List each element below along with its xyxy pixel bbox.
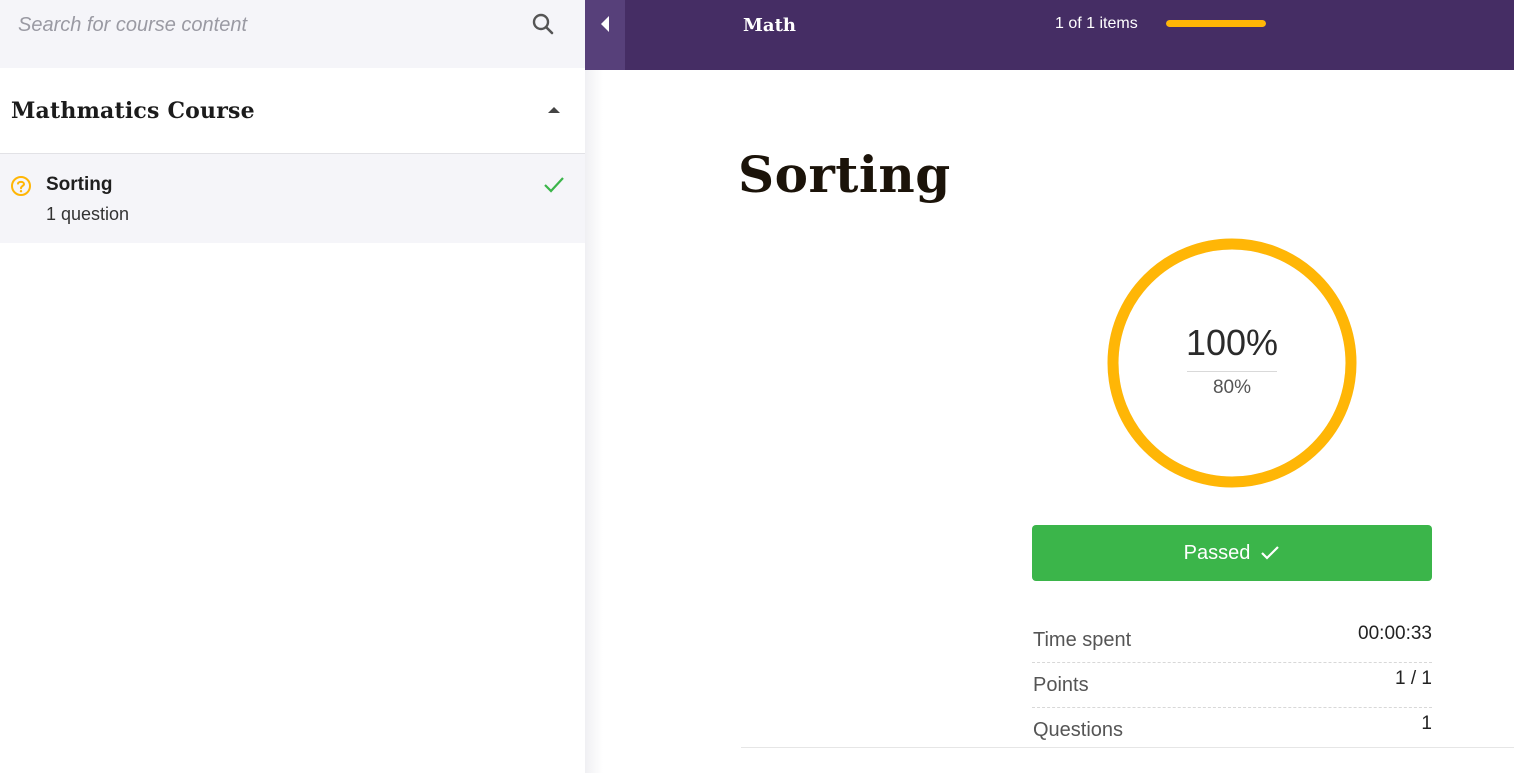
- course-sidebar: Mathmatics Course Sorting 1 question: [0, 0, 585, 773]
- stat-label: Questions: [1033, 719, 1124, 741]
- stat-label: Points: [1033, 674, 1089, 696]
- caret-up-icon[interactable]: [546, 104, 562, 116]
- course-section-header[interactable]: Mathmatics Course: [0, 68, 585, 154]
- lesson-question-count: 1 question: [46, 204, 130, 224]
- score-divider: [1187, 371, 1277, 372]
- course-progress-bar: [1166, 20, 1266, 27]
- content-shadow: [585, 70, 603, 773]
- passed-label: Passed: [1183, 541, 1251, 564]
- result-stats: Time spent 00:00:33 Points 1 / 1 Questio…: [1032, 618, 1432, 752]
- search-icon[interactable]: [531, 12, 555, 36]
- course-name: Math: [743, 15, 796, 36]
- search-input[interactable]: [16, 10, 510, 40]
- content-divider: [741, 747, 1514, 748]
- passing-grade: 80%: [1212, 377, 1252, 398]
- check-icon: [1261, 546, 1280, 560]
- question-circle-icon: [11, 176, 31, 196]
- lesson-title: Sorting: [46, 174, 113, 195]
- stat-row-time: Time spent 00:00:33: [1032, 618, 1432, 663]
- course-header-bar: Math 1 of 1 items: [585, 0, 1514, 70]
- quiz-title: Sorting: [738, 145, 951, 204]
- stat-value: 1: [1421, 713, 1432, 734]
- score-percentage: 100%: [1185, 322, 1279, 363]
- items-count: 1 of 1 items: [1055, 15, 1138, 32]
- stat-row-questions: Questions 1: [1032, 708, 1432, 752]
- completed-check-icon: [544, 177, 564, 193]
- course-progress-fill: [1166, 20, 1266, 27]
- lesson-item-sorting[interactable]: Sorting 1 question: [0, 154, 585, 243]
- stat-value: 1 / 1: [1395, 668, 1432, 689]
- stat-label: Time spent: [1033, 629, 1132, 651]
- course-title: Mathmatics Course: [11, 98, 255, 124]
- search-bar: [0, 0, 585, 68]
- caret-left-icon: [601, 16, 609, 32]
- stat-row-points: Points 1 / 1: [1032, 663, 1432, 708]
- sidebar-toggle-button[interactable]: [585, 0, 625, 70]
- passed-status-button[interactable]: Passed: [1032, 525, 1432, 581]
- stat-value: 00:00:33: [1358, 623, 1432, 644]
